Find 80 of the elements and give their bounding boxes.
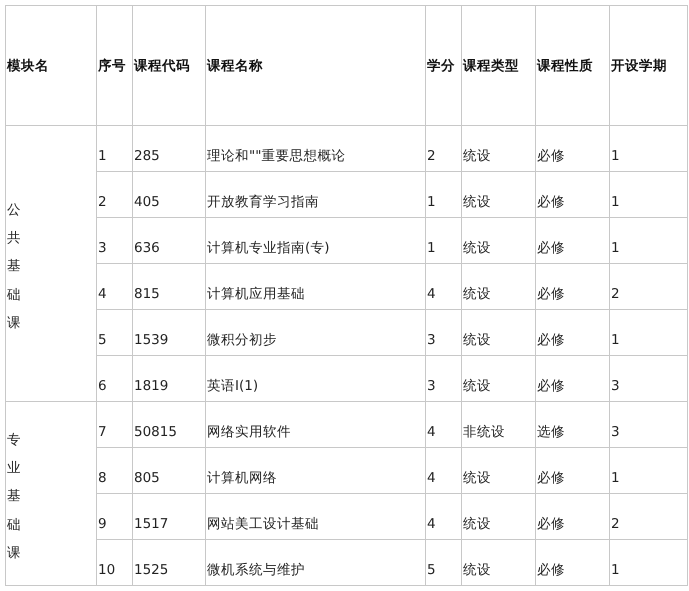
semester: 3 xyxy=(610,402,688,448)
course-code: 285 xyxy=(132,126,206,172)
credits: 3 xyxy=(426,356,462,402)
module-name: 专业基础课 xyxy=(7,430,20,564)
column-header: 学分 xyxy=(426,6,462,126)
column-header: 开设学期 xyxy=(610,6,688,126)
semester: 1 xyxy=(610,172,688,218)
course-name: 开放教育学习指南 xyxy=(206,172,426,218)
course-code: 805 xyxy=(132,448,206,494)
column-header: 课程类型 xyxy=(462,6,536,126)
course-code: 405 xyxy=(132,172,206,218)
course-code: 1525 xyxy=(132,540,206,586)
course-nature: 必修 xyxy=(536,218,610,264)
course-name: 计算机专业指南(专) xyxy=(206,218,426,264)
course-nature: 必修 xyxy=(536,540,610,586)
course-code: 815 xyxy=(132,264,206,310)
course-nature: 必修 xyxy=(536,172,610,218)
credits: 4 xyxy=(426,402,462,448)
course-nature: 必修 xyxy=(536,310,610,356)
credits: 5 xyxy=(426,540,462,586)
row-number: 9 xyxy=(96,494,132,540)
row-number: 1 xyxy=(96,126,132,172)
course-code: 636 xyxy=(132,218,206,264)
course-name: 网络实用软件 xyxy=(206,402,426,448)
semester: 1 xyxy=(610,310,688,356)
credits: 2 xyxy=(426,126,462,172)
row-number: 7 xyxy=(96,402,132,448)
course-code: 50815 xyxy=(132,402,206,448)
row-number: 3 xyxy=(96,218,132,264)
course-type: 统设 xyxy=(462,494,536,540)
column-header: 模块名 xyxy=(6,6,96,126)
course-name: 网站美工设计基础 xyxy=(206,494,426,540)
course-type: 统设 xyxy=(462,310,536,356)
row-number: 5 xyxy=(96,310,132,356)
credits: 4 xyxy=(426,494,462,540)
course-type: 统设 xyxy=(462,264,536,310)
course-nature: 必修 xyxy=(536,356,610,402)
semester: 1 xyxy=(610,126,688,172)
course-nature: 必修 xyxy=(536,264,610,310)
credits: 1 xyxy=(426,218,462,264)
course-nature: 必修 xyxy=(536,126,610,172)
column-header: 课程代码 xyxy=(132,6,206,126)
column-header: 课程性质 xyxy=(536,6,610,126)
module-name: 公共基础课 xyxy=(7,200,20,334)
column-header: 课程名称 xyxy=(206,6,426,126)
course-type: 统设 xyxy=(462,218,536,264)
course-nature: 必修 xyxy=(536,448,610,494)
course-name: 计算机网络 xyxy=(206,448,426,494)
course-nature: 必修 xyxy=(536,494,610,540)
course-type: 统设 xyxy=(462,448,536,494)
course-code: 1539 xyxy=(132,310,206,356)
row-number: 8 xyxy=(96,448,132,494)
credits: 1 xyxy=(426,172,462,218)
row-number: 10 xyxy=(96,540,132,586)
row-number: 2 xyxy=(96,172,132,218)
semester: 2 xyxy=(610,264,688,310)
credits: 3 xyxy=(426,310,462,356)
course-type: 统设 xyxy=(462,356,536,402)
course-name: 理论和""重要思想概论 xyxy=(206,126,426,172)
course-type: 统设 xyxy=(462,126,536,172)
credits: 4 xyxy=(426,448,462,494)
column-header: 序号 xyxy=(96,6,132,126)
course-type: 非统设 xyxy=(462,402,536,448)
course-type: 统设 xyxy=(462,172,536,218)
course-code: 1517 xyxy=(132,494,206,540)
course-name: 计算机应用基础 xyxy=(206,264,426,310)
course-name: 微机系统与维护 xyxy=(206,540,426,586)
semester: 2 xyxy=(610,494,688,540)
course-nature: 选修 xyxy=(536,402,610,448)
course-name: 英语Ⅰ(1) xyxy=(206,356,426,402)
course-code: 1819 xyxy=(132,356,206,402)
course-name: 微积分初步 xyxy=(206,310,426,356)
semester: 1 xyxy=(610,540,688,586)
course-type: 统设 xyxy=(462,540,536,586)
semester: 1 xyxy=(610,218,688,264)
semester: 3 xyxy=(610,356,688,402)
semester: 1 xyxy=(610,448,688,494)
row-number: 4 xyxy=(96,264,132,310)
credits: 4 xyxy=(426,264,462,310)
row-number: 6 xyxy=(96,356,132,402)
